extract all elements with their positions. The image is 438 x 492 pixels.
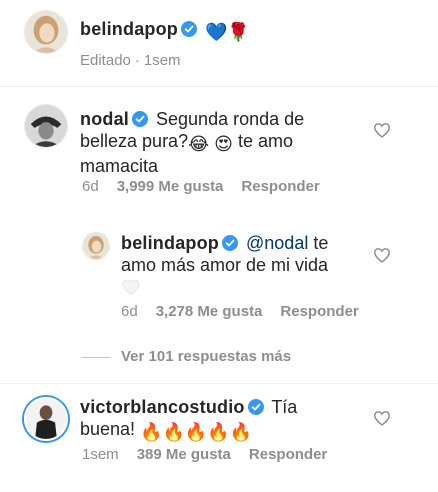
comment-username[interactable]: victorblancostudio (80, 397, 245, 417)
verified-badge-icon (247, 399, 264, 415)
separator-dot: · (134, 52, 140, 69)
caption-emojis: 💙🌹 (205, 22, 250, 42)
verified-badge-icon (132, 111, 148, 127)
comment-line: belleza pura? (80, 131, 189, 151)
comment-meta: 1sem 389 Me gusta Responder (82, 446, 345, 463)
divider (0, 86, 438, 87)
view-more-replies-label[interactable]: Ver 101 respuestas más (121, 348, 291, 365)
likes-count[interactable]: 3,278 Me gusta (156, 303, 263, 320)
reply-button[interactable]: Responder (241, 178, 319, 195)
comment-meta: 6d 3,999 Me gusta Responder (82, 178, 338, 195)
reply-text: belindapop @nodal te amo más amor de mi … (121, 232, 371, 301)
caption-username[interactable]: belindapop (80, 19, 178, 39)
comment-line: te amo (237, 131, 293, 151)
comment-text: nodal Segunda ronda de belleza pura?😂 😍 … (80, 108, 370, 177)
avatar[interactable] (24, 10, 68, 54)
avatar[interactable] (24, 104, 68, 148)
comment-line: buena! (80, 419, 136, 439)
verified-badge-icon (222, 235, 238, 251)
reply-line: te (313, 233, 329, 253)
reply-button[interactable]: Responder (280, 303, 358, 320)
likes-count[interactable]: 389 Me gusta (137, 446, 231, 463)
comment-line: Tía (271, 397, 298, 417)
laughing-face-icon: 😂 (188, 134, 210, 154)
white-heart-icon (121, 278, 371, 301)
comment-line: mamacita (80, 156, 159, 176)
verified-badge-icon (181, 21, 197, 37)
view-replies-line (82, 357, 110, 358)
comment-text: victorblancostudio Tía buena! 🔥🔥🔥🔥🔥 (80, 396, 370, 443)
mention-link[interactable]: @nodal (246, 233, 308, 253)
avatar[interactable] (82, 232, 110, 260)
reply-line: amo más amor de mi vida (121, 255, 329, 275)
fire-icon: 🔥🔥🔥🔥🔥 (140, 422, 253, 442)
caption-time: 1sem (143, 52, 181, 69)
heart-eyes-face-icon: 😍 (214, 134, 233, 154)
reply-time: 6d (121, 303, 138, 320)
edited-label: Editado (80, 52, 131, 69)
like-heart-icon[interactable] (373, 247, 391, 263)
likes-count[interactable]: 3,999 Me gusta (117, 178, 224, 195)
comment-time: 1sem (82, 446, 119, 463)
view-more-replies-button[interactable]: Ver 101 respuestas más (121, 348, 291, 365)
comment-line: Segunda ronda de (156, 109, 305, 129)
like-heart-icon[interactable] (373, 122, 391, 138)
caption-text: belindapop 💙🌹 (80, 18, 250, 43)
like-heart-icon[interactable] (373, 410, 391, 426)
caption-meta: Editado · 1sem (80, 52, 199, 69)
comment-username[interactable]: nodal (80, 109, 129, 129)
avatar[interactable] (24, 397, 68, 441)
reply-username[interactable]: belindapop (121, 233, 219, 253)
divider (0, 383, 438, 384)
reply-meta: 6d 3,278 Me gusta Responder (121, 303, 377, 320)
reply-button[interactable]: Responder (249, 446, 327, 463)
comment-time: 6d (82, 178, 99, 195)
